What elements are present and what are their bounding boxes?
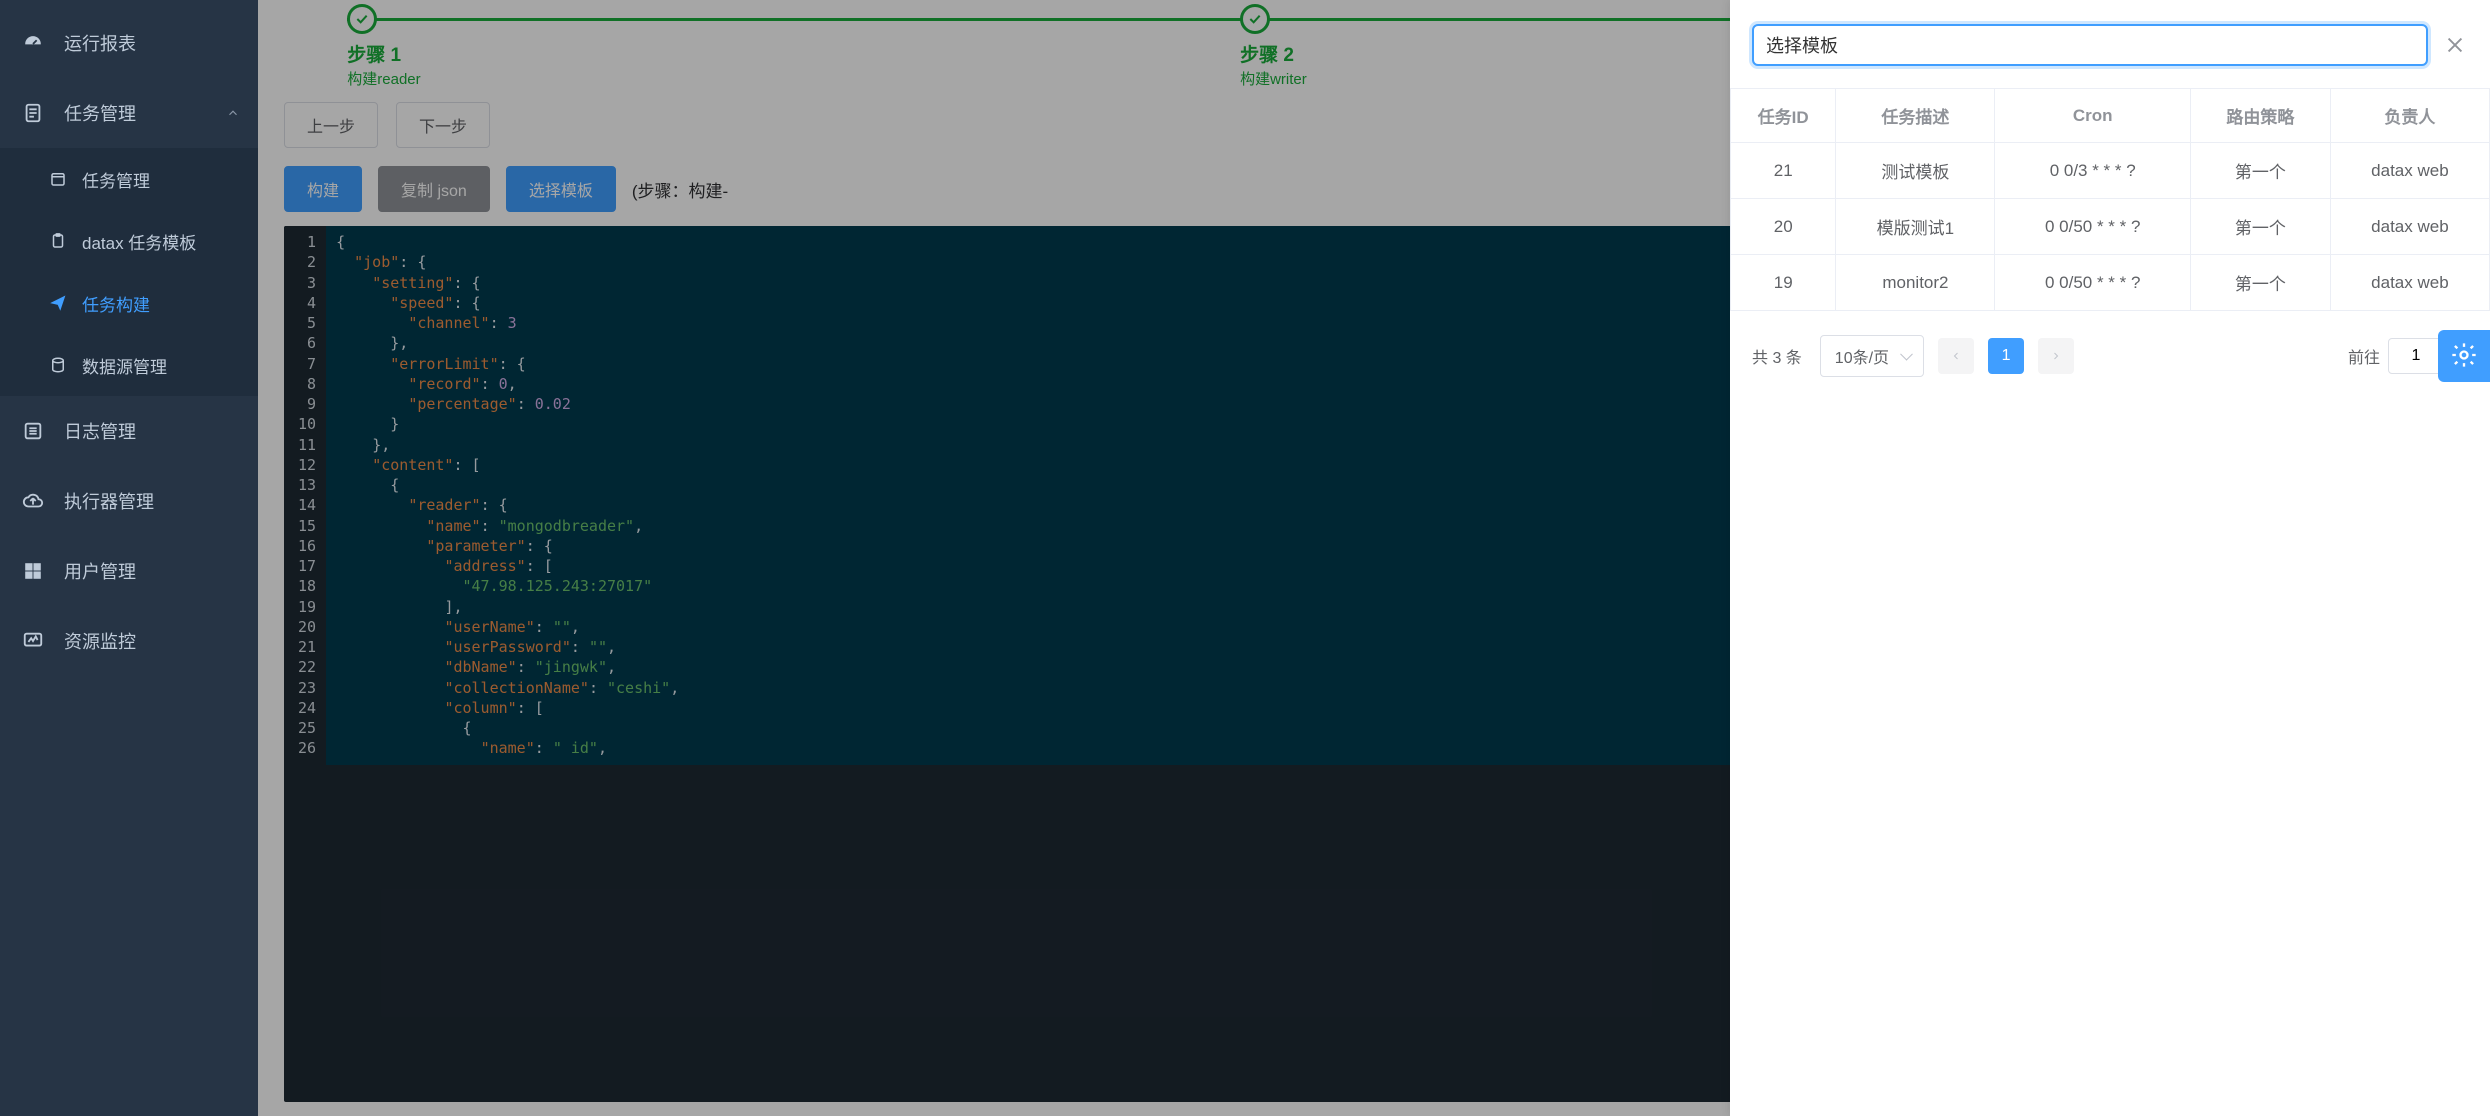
nav-log-management[interactable]: 日志管理 — [0, 396, 258, 466]
list-icon — [20, 418, 46, 444]
table-cell: 0 0/50 * * * ? — [1995, 199, 2191, 255]
table-cell: 0 0/50 * * * ? — [1995, 255, 2191, 311]
table-cell: 21 — [1731, 143, 1836, 199]
table-header: 负责人 — [2330, 89, 2489, 143]
gear-icon — [2450, 341, 2478, 372]
table-header: 路由策略 — [2190, 89, 2330, 143]
table-header: 任务ID — [1731, 89, 1836, 143]
grid-icon — [20, 558, 46, 584]
template-search-input[interactable] — [1752, 24, 2428, 66]
table-header: 任务描述 — [1836, 89, 1995, 143]
table-cell: datax web — [2330, 143, 2489, 199]
table-cell: datax web — [2330, 199, 2489, 255]
pager-total: 共 3 条 — [1752, 344, 1802, 368]
table-cell: 模版测试1 — [1836, 199, 1995, 255]
pagination: 共 3 条 10条/页 1 前往 页 — [1730, 311, 2490, 401]
nav-sub-label: 任务管理 — [82, 167, 150, 192]
document-icon — [20, 100, 46, 126]
monitor-icon — [20, 628, 46, 654]
cloud-upload-icon — [20, 488, 46, 514]
nav-task-sub: 任务管理 datax 任务模板 任务构建 数据源管理 — [0, 148, 258, 396]
nav-sub-label: datax 任务模板 — [82, 229, 196, 254]
settings-fab[interactable] — [2438, 330, 2490, 382]
table-cell: datax web — [2330, 255, 2489, 311]
nav-label: 运行报表 — [64, 30, 136, 56]
nav-run-report[interactable]: 运行报表 — [0, 8, 258, 78]
pager-page-1[interactable]: 1 — [1988, 338, 2024, 374]
table-cell: 测试模板 — [1836, 143, 1995, 199]
nav-label: 日志管理 — [64, 418, 136, 444]
nav-sub-datax-template[interactable]: datax 任务模板 — [0, 210, 258, 272]
goto-page-input[interactable] — [2388, 338, 2444, 374]
calendar-icon — [48, 169, 68, 189]
nav-sub-task-management[interactable]: 任务管理 — [0, 148, 258, 210]
table-row[interactable]: 21测试模板0 0/3 * * * ?第一个datax web — [1731, 143, 2490, 199]
nav-label: 执行器管理 — [64, 488, 154, 514]
nav-task-management[interactable]: 任务管理 — [0, 78, 258, 148]
nav-sub-datasource[interactable]: 数据源管理 — [0, 334, 258, 396]
nav-label: 用户管理 — [64, 558, 136, 584]
clipboard-icon — [48, 231, 68, 251]
chevron-up-icon — [226, 106, 240, 120]
table-cell: monitor2 — [1836, 255, 1995, 311]
nav-sub-label: 任务构建 — [82, 291, 150, 316]
paper-plane-icon — [48, 293, 68, 313]
page-size-select[interactable]: 10条/页 — [1820, 335, 1924, 377]
nav-sub-label: 数据源管理 — [82, 353, 167, 378]
template-picker-panel: 任务ID任务描述Cron路由策略负责人 21测试模板0 0/3 * * * ?第… — [1730, 0, 2490, 1116]
table-cell: 0 0/3 * * * ? — [1995, 143, 2191, 199]
template-table: 任务ID任务描述Cron路由策略负责人 21测试模板0 0/3 * * * ?第… — [1730, 88, 2490, 311]
nav-executor-management[interactable]: 执行器管理 — [0, 466, 258, 536]
dashboard-icon — [20, 30, 46, 56]
table-cell: 20 — [1731, 199, 1836, 255]
pager-prev-button[interactable] — [1938, 338, 1974, 374]
pager-next-button[interactable] — [2038, 338, 2074, 374]
table-cell: 第一个 — [2190, 143, 2330, 199]
table-row[interactable]: 19monitor20 0/50 * * * ?第一个datax web — [1731, 255, 2490, 311]
nav-sub-task-build[interactable]: 任务构建 — [0, 272, 258, 334]
table-cell: 第一个 — [2190, 199, 2330, 255]
nav-label: 任务管理 — [64, 100, 136, 126]
database-icon — [48, 355, 68, 375]
nav-resource-monitor[interactable]: 资源监控 — [0, 606, 258, 676]
close-icon[interactable] — [2442, 32, 2468, 58]
nav-user-management[interactable]: 用户管理 — [0, 536, 258, 606]
main-area: 步骤 1 步骤 2 构建reader 构建writer 上一步 下一步 构建 复… — [258, 0, 2490, 1116]
sidebar: 运行报表 任务管理 任务管理 datax 任务模板 — [0, 0, 258, 1116]
table-cell: 第一个 — [2190, 255, 2330, 311]
nav-label: 资源监控 — [64, 628, 136, 654]
table-row[interactable]: 20模版测试10 0/50 * * * ?第一个datax web — [1731, 199, 2490, 255]
table-cell: 19 — [1731, 255, 1836, 311]
goto-prefix: 前往 — [2348, 344, 2380, 368]
table-header: Cron — [1995, 89, 2191, 143]
